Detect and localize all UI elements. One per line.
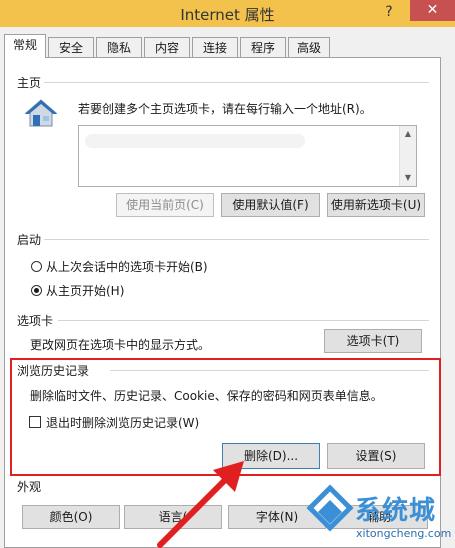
- watermark-brand: 系统城: [355, 496, 437, 526]
- watermark-url: xitongcheng.com: [356, 527, 452, 540]
- annotation-arrow-icon: [157, 461, 244, 548]
- tab-general[interactable]: 常规: [4, 34, 46, 58]
